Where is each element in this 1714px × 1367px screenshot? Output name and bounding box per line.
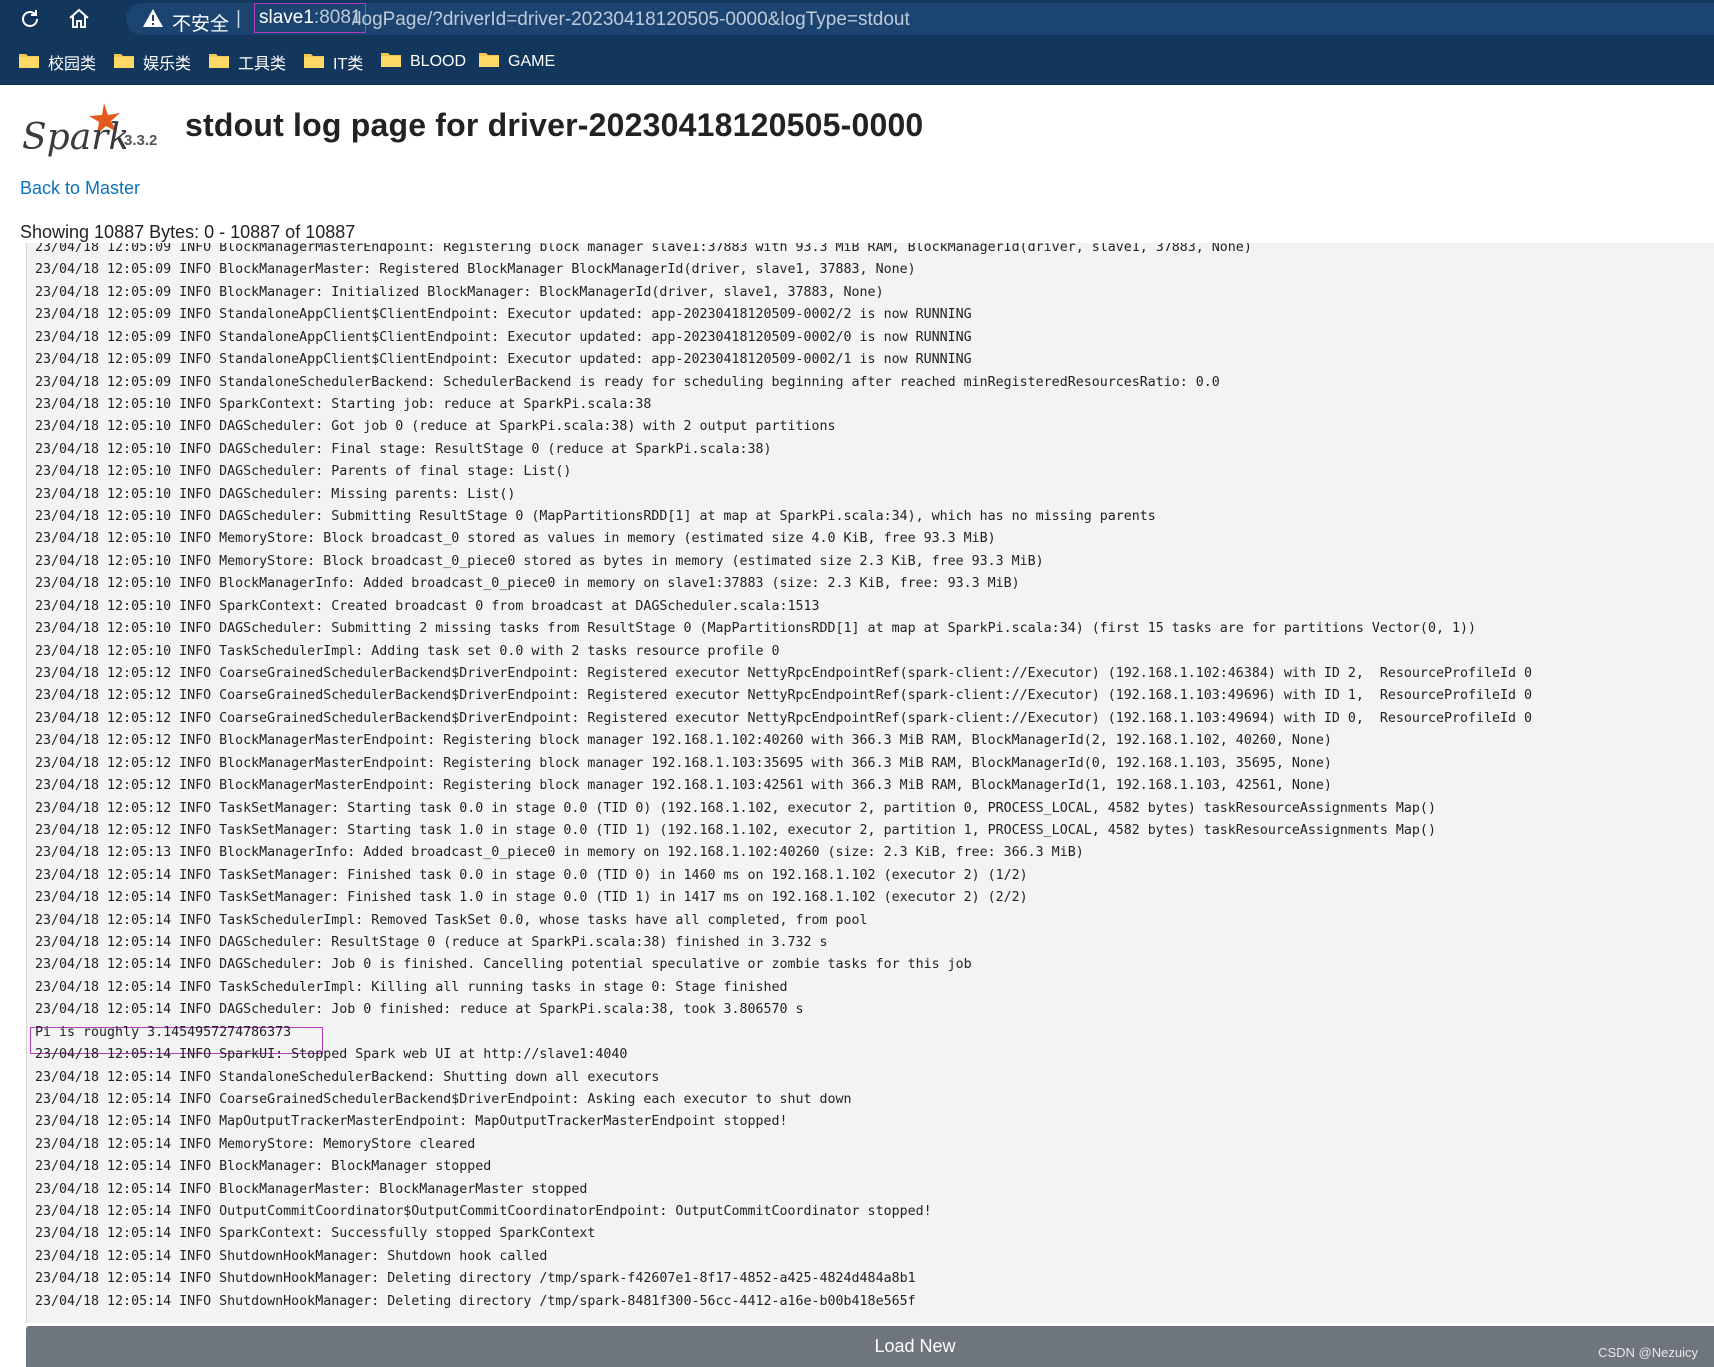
url-host-highlight: slave1:8081: [254, 3, 367, 33]
log-line: 23/04/18 12:05:14 INFO BlockManagerMaste…: [35, 1181, 588, 1197]
svg-text:Spark: Spark: [22, 117, 126, 158]
spark-logo[interactable]: Spark: [18, 99, 130, 159]
bookmark-folder[interactable]: IT类: [303, 50, 363, 74]
log-line: 23/04/18 12:05:09 INFO StandaloneAppClie…: [35, 307, 972, 323]
watermark: CSDN @Nezuicy: [1598, 1345, 1698, 1360]
log-line: 23/04/18 12:05:10 INFO BlockManagerInfo:…: [35, 576, 1020, 592]
log-line: 23/04/18 12:05:10 INFO DAGScheduler: Fin…: [35, 441, 772, 457]
url-host: slave1: [259, 7, 314, 28]
log-line: 23/04/18 12:05:10 INFO MemoryStore: Bloc…: [35, 553, 1044, 569]
log-line: 23/04/18 12:05:09 INFO BlockManagerMaste…: [35, 262, 916, 278]
folder-icon: [18, 51, 40, 74]
log-line: 23/04/18 12:05:14 INFO OutputCommitCoord…: [35, 1204, 932, 1220]
log-line: 23/04/18 12:05:12 INFO BlockManagerMaste…: [35, 733, 1332, 749]
log-line: 23/04/18 12:05:12 INFO CoarseGrainedSche…: [35, 688, 1533, 704]
bookmark-label: 工具类: [238, 56, 287, 73]
log-line: 23/04/18 12:05:09 INFO StandaloneAppClie…: [35, 329, 972, 345]
log-line: 23/04/18 12:05:14 INFO TaskSchedulerImpl…: [35, 912, 868, 928]
log-line: 23/04/18 12:05:14 INFO MapOutputTrackerM…: [35, 1114, 788, 1130]
log-line: 23/04/18 12:05:12 INFO BlockManagerMaste…: [35, 778, 1332, 794]
folder-icon: [113, 51, 135, 74]
bookmark-folder[interactable]: BLOOD: [380, 50, 466, 73]
log-line: 23/04/18 12:05:10 INFO MemoryStore: Bloc…: [35, 531, 996, 547]
log-line: 23/04/18 12:05:14 INFO DAGScheduler: Res…: [35, 935, 828, 951]
log-line: 23/04/18 12:05:14 INFO ShutdownHookManag…: [35, 1248, 548, 1264]
log-line: 23/04/18 12:05:14 INFO TaskSetManager: F…: [35, 890, 1028, 906]
log-line: 23/04/18 12:05:14 INFO StandaloneSchedul…: [35, 1069, 660, 1085]
log-line: 23/04/18 12:05:12 INFO CoarseGrainedSche…: [35, 665, 1533, 681]
log-page: Spark 3.3.2 stdout log page for driver-2…: [0, 84, 1714, 1367]
log-line: 23/04/18 12:05:14 INFO TaskSetManager: F…: [35, 867, 1028, 883]
folder-icon: [303, 51, 325, 74]
log-line: 23/04/18 12:05:10 INFO SparkContext: Cre…: [35, 598, 820, 614]
log-line: 23/04/18 12:05:12 INFO TaskSetManager: S…: [35, 800, 1436, 816]
bookmark-label: 娱乐类: [143, 56, 192, 73]
spark-version: 3.3.2: [124, 132, 158, 149]
bookmark-folder[interactable]: 娱乐类: [113, 50, 191, 74]
bookmark-folder[interactable]: 工具类: [208, 50, 286, 74]
log-line: 23/04/18 12:05:10 INFO DAGScheduler: Sub…: [35, 509, 1156, 525]
log-line: Pi is roughly 3.1454957274786373: [35, 1024, 292, 1040]
folder-icon: [208, 51, 230, 74]
bookmark-label: BLOOD: [410, 52, 467, 70]
log-content[interactable]: 23/04/18 12:05:09 INFO BlockManagerMaste…: [26, 243, 1714, 1323]
home-icon[interactable]: [64, 4, 94, 34]
log-line: 23/04/18 12:05:14 INFO DAGScheduler: Job…: [35, 957, 972, 973]
log-line: 23/04/18 12:05:12 INFO TaskSetManager: S…: [35, 822, 1436, 838]
log-line: 23/04/18 12:05:10 INFO DAGScheduler: Sub…: [35, 621, 1476, 637]
bookmark-label: GAME: [508, 52, 556, 70]
log-line: 23/04/18 12:05:10 INFO DAGScheduler: Mis…: [35, 486, 516, 502]
bookmark-label: IT类: [333, 56, 364, 73]
folder-icon: [478, 50, 500, 73]
log-line: 23/04/18 12:05:09 INFO StandaloneAppClie…: [35, 352, 972, 368]
log-line: 23/04/18 12:05:14 INFO SparkUI: Stopped …: [35, 1047, 628, 1063]
log-line: 23/04/18 12:05:09 INFO BlockManager: Ini…: [35, 284, 884, 300]
reload-icon[interactable]: [15, 4, 45, 34]
warning-icon: [142, 8, 164, 33]
bookmark-folder[interactable]: GAME: [478, 50, 555, 73]
page-title: stdout log page for driver-2023041812050…: [185, 107, 924, 143]
log-line: 23/04/18 12:05:13 INFO BlockManagerInfo:…: [35, 845, 1084, 861]
log-line: 23/04/18 12:05:10 INFO DAGScheduler: Par…: [35, 464, 572, 480]
log-line: 23/04/18 12:05:14 INFO TaskSchedulerImpl…: [35, 979, 788, 995]
browser-toolbar: 不安全 | slave1:8081 /logPage/?driverId=dri…: [0, 0, 1714, 38]
load-new-button[interactable]: Load New: [26, 1326, 1714, 1367]
bookmarks-bar: 校园类 娱乐类 工具类 IT类 BLOOD GAME: [0, 38, 1714, 84]
log-line: 23/04/18 12:05:14 INFO MemoryStore: Memo…: [35, 1136, 476, 1152]
log-line: 23/04/18 12:05:09 INFO BlockManagerMaste…: [35, 243, 1252, 255]
security-label[interactable]: 不安全: [172, 9, 229, 36]
log-line: 23/04/18 12:05:12 INFO BlockManagerMaste…: [35, 755, 1332, 771]
bookmark-label: 校园类: [48, 56, 97, 73]
url-path: /logPage/?driverId=driver-20230418120505…: [352, 9, 910, 30]
bookmark-folder[interactable]: 校园类: [18, 50, 96, 74]
folder-icon: [380, 50, 402, 73]
log-line: 23/04/18 12:05:12 INFO CoarseGrainedSche…: [35, 710, 1533, 726]
back-to-master-link[interactable]: Back to Master: [20, 178, 140, 199]
log-line: 23/04/18 12:05:14 INFO ShutdownHookManag…: [35, 1293, 916, 1309]
log-line: 23/04/18 12:05:09 INFO StandaloneSchedul…: [35, 374, 1220, 390]
load-new-label: Load New: [874, 1336, 956, 1356]
log-line: 23/04/18 12:05:14 INFO SparkContext: Suc…: [35, 1226, 596, 1242]
log-line: 23/04/18 12:05:14 INFO BlockManager: Blo…: [35, 1159, 492, 1175]
log-line: 23/04/18 12:05:10 INFO DAGScheduler: Got…: [35, 419, 836, 435]
log-line: 23/04/18 12:05:14 INFO DAGScheduler: Job…: [35, 1002, 804, 1018]
address-separator: |: [236, 8, 241, 29]
bytes-showing-label: Showing 10887 Bytes: 0 - 10887 of 10887: [20, 222, 356, 242]
log-line: 23/04/18 12:05:14 INFO CoarseGrainedSche…: [35, 1091, 852, 1107]
log-line: 23/04/18 12:05:10 INFO SparkContext: Sta…: [35, 396, 652, 412]
log-line: 23/04/18 12:05:10 INFO TaskSchedulerImpl…: [35, 643, 780, 659]
address-bar[interactable]: 不安全 | slave1:8081 /logPage/?driverId=dri…: [126, 3, 1714, 35]
log-line: 23/04/18 12:05:14 INFO ShutdownHookManag…: [35, 1271, 916, 1287]
